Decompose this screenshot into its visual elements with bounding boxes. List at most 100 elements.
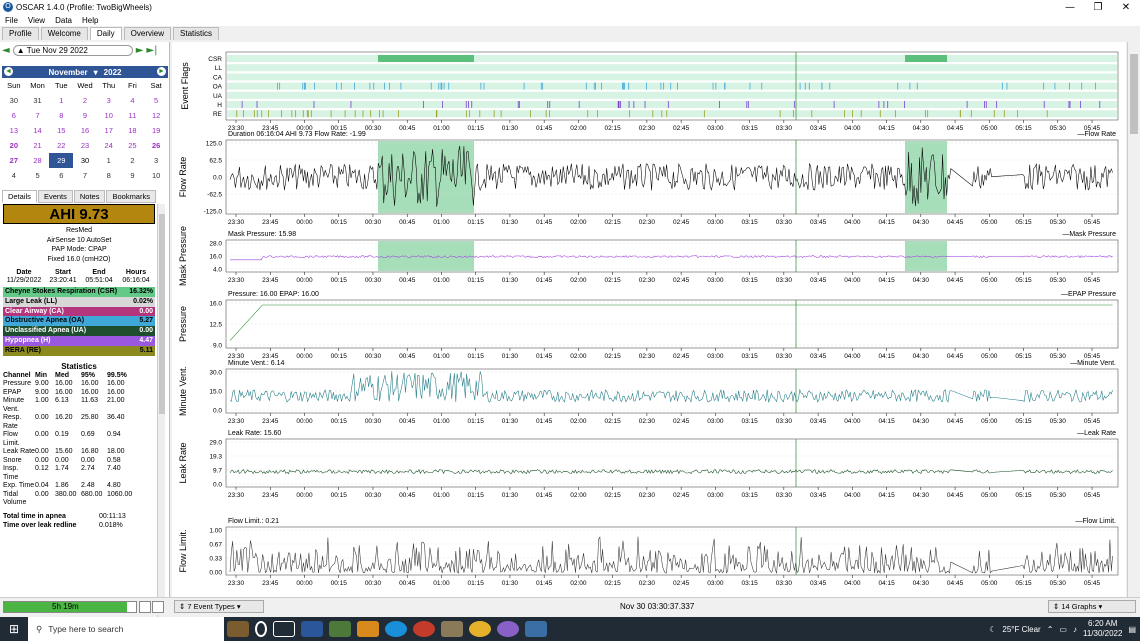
menu-file[interactable]: File — [0, 16, 23, 25]
volume-icon[interactable]: ♪ — [1073, 625, 1077, 634]
tab-statistics[interactable]: Statistics — [173, 27, 220, 40]
tab-welcome[interactable]: Welcome — [40, 27, 88, 40]
calendar-day[interactable]: 25 — [121, 138, 145, 153]
calendar-day[interactable]: 1 — [97, 153, 121, 168]
calendar-day[interactable]: 26 — [144, 138, 168, 153]
calendar-day[interactable]: 9 — [121, 168, 145, 183]
event-row[interactable]: Hypopnea (H) 4.47 — [3, 335, 155, 346]
event-row[interactable]: Large Leak (LL) 0.02% — [3, 296, 155, 307]
tab-events[interactable]: Events — [37, 190, 73, 203]
calendar-day[interactable]: 6 — [49, 168, 73, 183]
details-scrollbar[interactable] — [157, 204, 165, 632]
network-icon[interactable]: ▭ — [1059, 625, 1067, 634]
chrome-icon[interactable] — [469, 621, 491, 637]
calendar-day[interactable]: 31 — [26, 93, 50, 108]
weather-text[interactable]: 25°F Clear — [1002, 625, 1040, 634]
calendar-day[interactable]: 22 — [49, 138, 73, 153]
calendar-day[interactable]: 13 — [2, 123, 26, 138]
calendar-day[interactable]: 4 — [2, 168, 26, 183]
app-icon[interactable] — [497, 621, 519, 637]
tab-overview[interactable]: Overview — [123, 27, 172, 40]
calendar-day[interactable]: 21 — [26, 138, 50, 153]
calendar-day[interactable]: 2 — [73, 93, 97, 108]
calendar-month[interactable]: November — [49, 68, 88, 77]
next-month-icon[interactable]: ► — [157, 67, 166, 76]
minimize-icon[interactable]: — — [1056, 2, 1084, 13]
toggle-button[interactable] — [152, 601, 164, 613]
graphs-scrollbar[interactable] — [1127, 42, 1139, 597]
close-icon[interactable]: ✕ — [1112, 2, 1140, 13]
graph-area[interactable]: Event Flags CSR LL CA OA UA H RE 23:30 23:45 00:00… — [172, 42, 1126, 597]
event-row[interactable]: Obstructive Apnea (OA) 5.27 — [3, 316, 155, 327]
prev-day-button[interactable]: ◄ — [2, 45, 10, 56]
oscar-taskbar-icon[interactable] — [525, 621, 547, 637]
app-icon[interactable] — [357, 621, 379, 637]
calendar-day[interactable]: 7 — [73, 168, 97, 183]
word-icon[interactable] — [301, 621, 323, 637]
scroll-thumb[interactable] — [1130, 54, 1138, 134]
tab-profile[interactable]: Profile — [2, 27, 39, 40]
next-day-button[interactable]: ► — [136, 45, 144, 56]
calendar-day[interactable]: 1 — [49, 93, 73, 108]
app-icon[interactable] — [413, 621, 435, 637]
calendar-day[interactable]: 8 — [97, 168, 121, 183]
last-day-button[interactable]: ►| — [146, 45, 157, 56]
toggle-button[interactable] — [139, 601, 151, 613]
taskbar-search[interactable]: ⚲ Type here to search — [28, 617, 224, 641]
calendar-day[interactable]: 11 — [121, 108, 145, 123]
calendar-day[interactable]: 10 — [144, 168, 168, 183]
event-row[interactable]: RERA (RE) 5.11 — [3, 345, 155, 356]
calendar-day[interactable]: 20 — [2, 138, 26, 153]
calendar-day[interactable]: 27 — [2, 153, 26, 168]
calendar-day[interactable]: 10 — [97, 108, 121, 123]
calendar-day[interactable]: 24 — [97, 138, 121, 153]
graphs-dropdown[interactable]: ⇕ 14 Graphs ▾ — [1048, 600, 1136, 613]
calendar-day[interactable]: 17 — [97, 123, 121, 138]
notification-icon[interactable]: ▤ — [1128, 625, 1136, 634]
tray-chevron-icon[interactable]: ⌃ — [1047, 625, 1054, 634]
calendar-day[interactable]: 30 — [2, 93, 26, 108]
calendar-day[interactable]: 28 — [26, 153, 50, 168]
calendar-day[interactable]: 3 — [97, 93, 121, 108]
calendar-day[interactable]: 4 — [121, 93, 145, 108]
tab-daily[interactable]: Daily — [89, 27, 122, 40]
restore-icon[interactable]: ❐ — [1084, 2, 1112, 13]
prev-month-icon[interactable]: ◄ — [4, 67, 13, 76]
app-icon[interactable] — [329, 621, 351, 637]
menu-view[interactable]: View — [23, 16, 50, 25]
calendar-day[interactable]: 30 — [73, 153, 97, 168]
tab-notes[interactable]: Notes — [73, 190, 106, 203]
app-icon[interactable] — [441, 621, 463, 637]
task-view-icon[interactable] — [273, 621, 295, 637]
calendar-day[interactable]: 8 — [49, 108, 73, 123]
edge-icon[interactable] — [385, 621, 407, 637]
cortana-icon[interactable] — [255, 621, 267, 637]
calendar-day[interactable]: 16 — [73, 123, 97, 138]
calendar-day[interactable]: 5 — [26, 168, 50, 183]
calendar-day[interactable]: 12 — [144, 108, 168, 123]
date-picker[interactable]: ▲ Tue Nov 29 2022 — [12, 45, 133, 56]
app-icon[interactable] — [227, 621, 249, 637]
calendar-day[interactable]: 3 — [144, 153, 168, 168]
calendar-day[interactable]: 15 — [49, 123, 73, 138]
calendar-day[interactable]: 18 — [121, 123, 145, 138]
event-row[interactable]: Cheyne Stokes Respiration (CSR) 16.32% — [3, 287, 155, 297]
event-row[interactable]: Clear Airway (CA) 0.00 — [3, 306, 155, 317]
windows-start-icon[interactable]: ⊞ — [0, 622, 28, 636]
event-types-dropdown[interactable]: ⇕ 7 Event Types ▾ — [174, 600, 264, 613]
menu-help[interactable]: Help — [77, 16, 103, 25]
calendar-day[interactable]: 7 — [26, 108, 50, 123]
calendar-day[interactable]: 9 — [73, 108, 97, 123]
calendar-day[interactable]: 5 — [144, 93, 168, 108]
tab-bookmarks[interactable]: Bookmarks — [106, 190, 156, 203]
menu-data[interactable]: Data — [50, 16, 77, 25]
scroll-thumb[interactable] — [159, 214, 165, 414]
clock[interactable]: 6:20 AM 11/30/2022 — [1083, 619, 1122, 639]
calendar-day[interactable]: 6 — [2, 108, 26, 123]
tab-details[interactable]: Details — [2, 190, 37, 203]
calendar-day[interactable]: 2 — [121, 153, 145, 168]
calendar-day[interactable]: 29 — [49, 153, 74, 168]
calendar-day[interactable]: 19 — [144, 123, 168, 138]
event-row[interactable]: Unclassified Apnea (UA) 0.00 — [3, 326, 155, 336]
calendar-year[interactable]: 2022 — [104, 68, 122, 77]
